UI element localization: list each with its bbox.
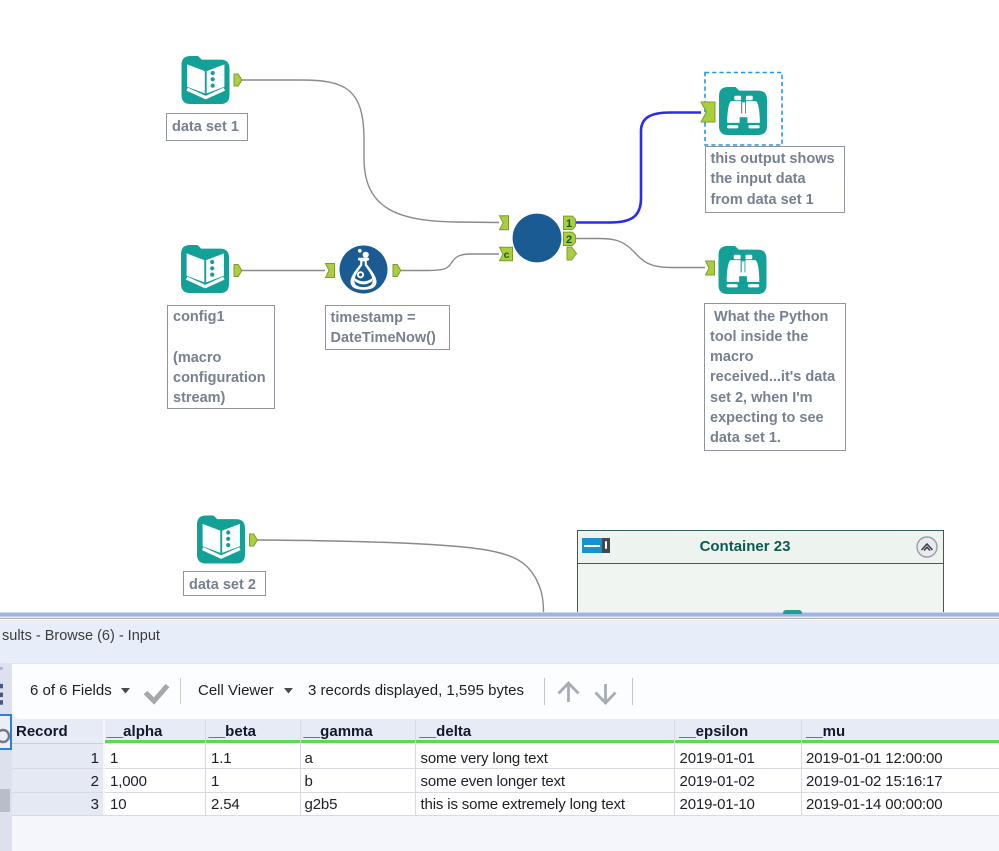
svg-text:2: 2 bbox=[566, 234, 572, 246]
svg-text:1: 1 bbox=[566, 218, 572, 230]
svg-text:c: c bbox=[504, 249, 510, 261]
